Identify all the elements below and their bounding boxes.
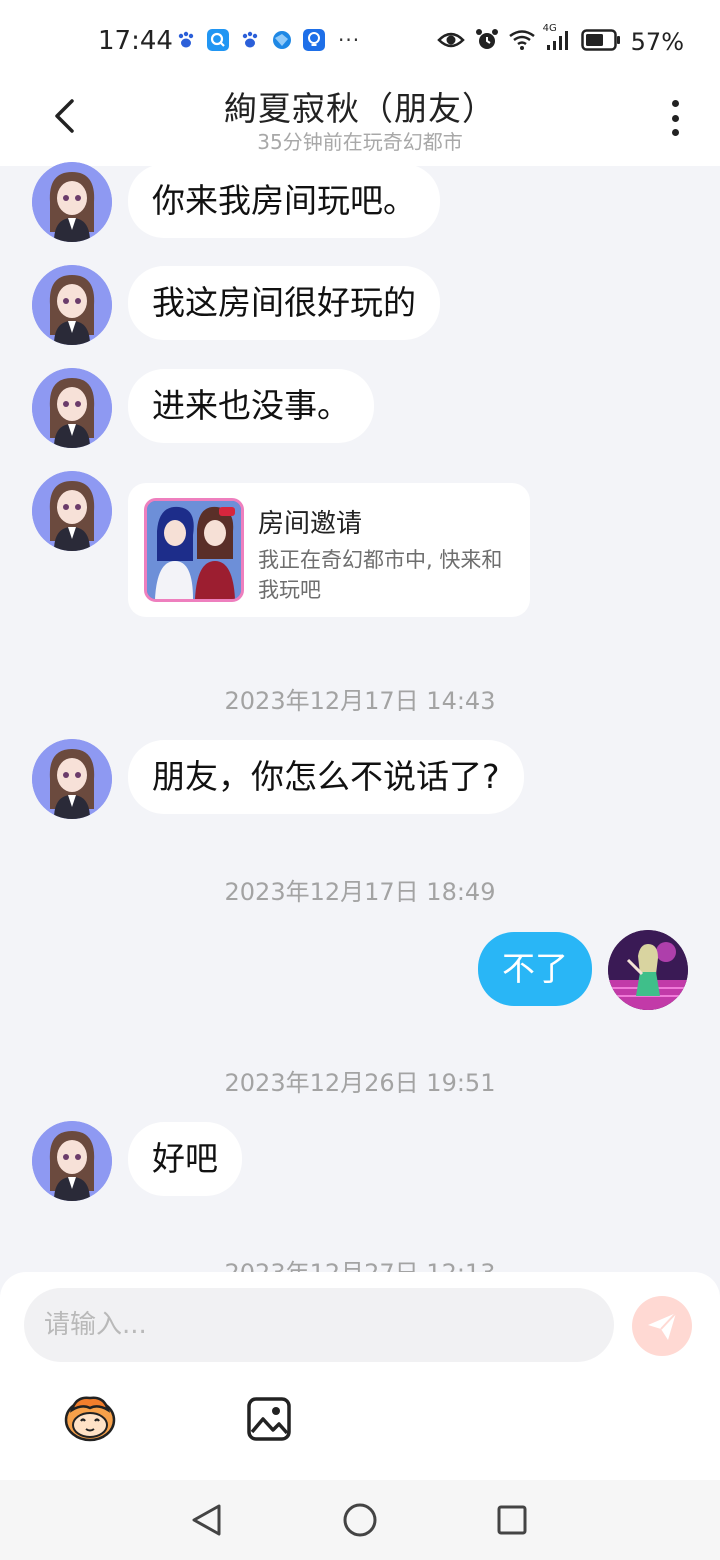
wifi-icon bbox=[508, 30, 535, 54]
timestamp: 2023年12月17日 14:43 bbox=[224, 687, 496, 715]
room-invite-card[interactable]: 房间邀请 我正在奇幻都市中, 快来和我玩吧 bbox=[128, 483, 530, 617]
status-bar: 17:44 ··· 4G 57% bbox=[0, 0, 720, 82]
message-bubble[interactable]: 朋友，你怎么不说话了? bbox=[128, 740, 524, 814]
message-bubble[interactable]: 你来我房间玩吧。 bbox=[128, 164, 440, 238]
nav-recent-button[interactable] bbox=[492, 1500, 532, 1540]
friend-avatar[interactable] bbox=[32, 1121, 112, 1201]
paw-notification-icon bbox=[174, 28, 198, 52]
friend-avatar[interactable] bbox=[32, 739, 112, 819]
emoji-face-icon bbox=[64, 1396, 116, 1442]
paw-notification-icon bbox=[238, 28, 262, 52]
nav-home-button[interactable] bbox=[340, 1500, 380, 1540]
message-bubble[interactable]: 好吧 bbox=[128, 1122, 242, 1196]
system-nav-bar bbox=[0, 1480, 720, 1560]
invite-title: 房间邀请 bbox=[258, 509, 363, 539]
battery-percentage: 57% bbox=[630, 28, 684, 56]
friend-avatar[interactable] bbox=[32, 368, 112, 448]
paper-plane-icon bbox=[648, 1312, 677, 1340]
friend-avatar[interactable] bbox=[32, 471, 112, 551]
bulb-app-icon bbox=[302, 28, 326, 52]
message-bubble-self[interactable]: 不了 bbox=[478, 932, 592, 1006]
more-vertical-icon bbox=[671, 100, 679, 107]
nav-back-button[interactable] bbox=[186, 1500, 226, 1540]
search-app-icon bbox=[206, 28, 230, 52]
friend-avatar[interactable] bbox=[32, 162, 112, 242]
square-recent-icon bbox=[497, 1505, 527, 1535]
composer bbox=[0, 1272, 720, 1480]
message-input[interactable] bbox=[24, 1288, 614, 1362]
timestamp: 2023年12月17日 18:49 bbox=[224, 878, 496, 906]
send-button[interactable] bbox=[632, 1296, 692, 1356]
emoji-button[interactable] bbox=[62, 1394, 118, 1442]
eye-icon bbox=[436, 30, 465, 54]
game-thumbnail bbox=[144, 498, 244, 602]
more-options-button[interactable] bbox=[660, 98, 690, 138]
battery-icon bbox=[580, 29, 621, 55]
image-button[interactable] bbox=[246, 1396, 292, 1442]
globe-app-icon bbox=[270, 28, 294, 52]
triangle-back-icon bbox=[192, 1504, 221, 1536]
alarm-icon bbox=[475, 28, 499, 56]
message-bubble[interactable]: 我这房间很好玩的 bbox=[128, 266, 440, 340]
timestamp: 2023年12月26日 19:51 bbox=[224, 1069, 496, 1097]
self-avatar[interactable] bbox=[608, 930, 688, 1010]
cellular-signal-icon: 4G bbox=[543, 23, 571, 55]
more-notifications: ··· bbox=[338, 28, 361, 52]
circle-home-icon bbox=[343, 1503, 377, 1537]
notification-icons: ··· bbox=[174, 28, 360, 52]
chat-title: 絢夏寂秋（朋友） bbox=[224, 89, 496, 128]
message-bubble[interactable]: 进来也没事。 bbox=[128, 369, 374, 443]
invite-description: 我正在奇幻都市中, 快来和我玩吧 bbox=[258, 548, 503, 602]
image-icon bbox=[247, 1397, 291, 1441]
chat-subtitle: 35分钟前在玩奇幻都市 bbox=[257, 130, 463, 154]
status-time: 17:44 bbox=[98, 26, 173, 56]
chat-header: 絢夏寂秋（朋友） 35分钟前在玩奇幻都市 bbox=[0, 82, 720, 166]
system-status: 4G 57% bbox=[436, 23, 684, 56]
friend-avatar[interactable] bbox=[32, 265, 112, 345]
